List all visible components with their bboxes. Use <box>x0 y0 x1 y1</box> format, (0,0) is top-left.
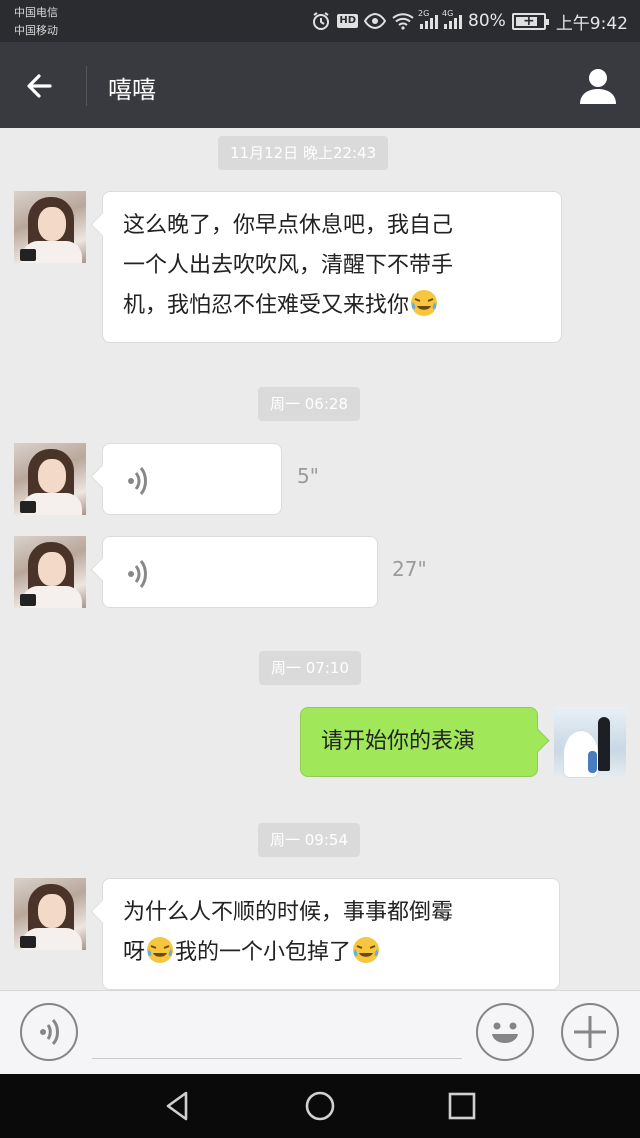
voice-icon <box>40 1018 59 1046</box>
more-button[interactable] <box>561 1003 619 1061</box>
message-text-line: 为什么人不顺的时候，事事都倒霉 <box>123 900 454 925</box>
my-avatar[interactable] <box>554 707 626 779</box>
sent-message-bubble[interactable]: 请开始你的表演 <box>300 707 538 777</box>
alarm-icon <box>313 12 330 30</box>
crying-laughing-emoji <box>411 290 438 316</box>
carrier-telecom: 中国电信 <box>14 6 58 19</box>
voice-toggle-button[interactable] <box>20 1003 78 1061</box>
signal-2g-tag: 2G <box>418 9 430 18</box>
eye-icon <box>364 13 387 29</box>
timestamp: 周一 09:54 <box>258 823 360 857</box>
voice-wave-icon <box>128 560 147 588</box>
contact-avatar[interactable] <box>14 878 86 950</box>
message-bubble[interactable]: 这么晚了，你早点休息吧，我自己 一个人出去吹吹风，清醒下不带手 机，我怕忍不住难… <box>102 191 562 343</box>
contact-avatar[interactable] <box>14 191 86 263</box>
contact-avatar[interactable] <box>14 443 86 515</box>
message-input[interactable] <box>92 1005 462 1059</box>
timestamp: 周一 07:10 <box>259 651 361 685</box>
message-text: 呀 <box>123 940 146 965</box>
signal-4g-icon: 4G <box>442 9 463 29</box>
back-arrow-icon[interactable] <box>20 64 64 108</box>
hd-icon: HD <box>337 14 359 28</box>
message-text: 请开始你的表演 <box>321 729 476 754</box>
input-bar <box>0 990 640 1074</box>
voice-message[interactable] <box>102 443 282 515</box>
chat-header: 嘻嘻 <box>0 42 640 128</box>
voice-duration: 27" <box>392 557 427 581</box>
message-text-line: 一个人出去吹吹风，清醒下不带手 <box>123 253 454 278</box>
person-icon[interactable] <box>576 64 620 108</box>
message-text: 我的一个小包掉了 <box>175 940 352 965</box>
system-nav-bar <box>0 1074 640 1138</box>
voice-message[interactable] <box>102 536 378 608</box>
message-text-line: 呀 我的一个小包掉了 <box>123 933 541 973</box>
crying-laughing-emoji <box>147 937 174 963</box>
message-text: 机，我怕忍不住难受又来找你 <box>123 293 410 318</box>
signal-2g-icon: 2G <box>418 9 439 29</box>
timestamp: 11月12日 晚上22:43 <box>218 136 389 170</box>
status-icons: HD 2G 4G 80% + 上午9:42 <box>311 9 628 34</box>
plus-icon <box>574 1016 606 1048</box>
message-text-line: 机，我怕忍不住难受又来找你 <box>123 286 543 326</box>
battery-icon: + <box>511 12 549 30</box>
status-bar: 中国电信 中国移动 HD 2G 4G 80% + 上午9:42 <box>0 0 640 42</box>
back-triangle-icon[interactable] <box>160 1088 196 1124</box>
smiley-icon <box>492 1022 518 1043</box>
chat-title: 嘻嘻 <box>108 76 156 104</box>
header-divider <box>86 66 87 106</box>
battery-percent: 80% <box>468 11 506 31</box>
signal-4g-tag: 4G <box>442 9 454 18</box>
voice-wave-icon <box>128 467 147 495</box>
voice-duration: 5" <box>297 464 319 488</box>
crying-laughing-emoji <box>353 937 380 963</box>
emoji-button[interactable] <box>476 1003 534 1061</box>
timestamp: 周一 06:28 <box>258 387 360 421</box>
message-text-line: 这么晚了，你早点休息吧，我自己 <box>123 213 454 238</box>
wifi-icon <box>392 13 414 30</box>
charging-plus-icon: + <box>522 12 535 29</box>
status-time: 上午9:42 <box>555 13 628 34</box>
recents-square-icon[interactable] <box>444 1088 480 1124</box>
contact-avatar[interactable] <box>14 536 86 608</box>
carrier-mobile: 中国移动 <box>14 24 58 37</box>
chat-area[interactable]: 11月12日 晚上22:43 这么晚了，你早点休息吧，我自己 一个人出去吹吹风，… <box>0 128 640 990</box>
home-circle-icon[interactable] <box>302 1088 338 1124</box>
message-bubble[interactable]: 为什么人不顺的时候，事事都倒霉 呀 我的一个小包掉了 <box>102 878 560 990</box>
